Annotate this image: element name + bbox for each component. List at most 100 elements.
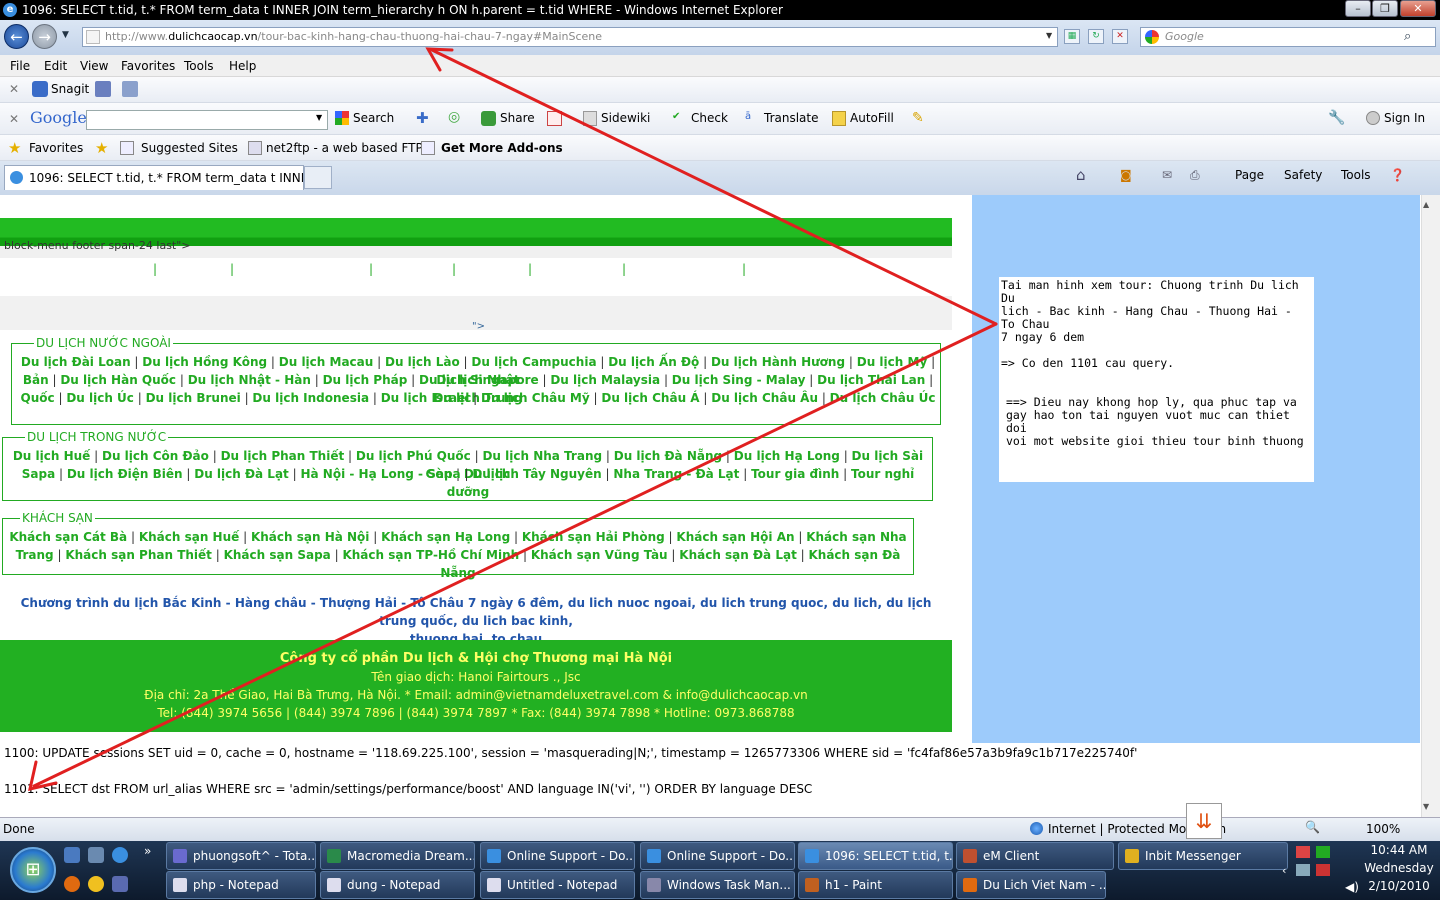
tour-link[interactable]: Du lịch Đài Loan bbox=[21, 355, 131, 369]
taskbar-button[interactable]: Macromedia Dream... bbox=[320, 842, 475, 870]
zoom-level[interactable]: 100% bbox=[1366, 822, 1400, 836]
capture-settings-icon[interactable] bbox=[122, 81, 138, 97]
taskbar-button[interactable]: phuongsoft^ - Tota... bbox=[166, 842, 316, 870]
taskbar-button[interactable]: php - Notepad bbox=[166, 871, 316, 899]
messenger-icon[interactable] bbox=[88, 876, 104, 892]
minimize-button[interactable]: – bbox=[1345, 0, 1371, 17]
tour-link[interactable]: Du lịch Singapore bbox=[419, 373, 539, 387]
address-bar[interactable]: http://www.dulichcaocap.vn/tour-bac-kinh… bbox=[82, 27, 1058, 47]
tour-link[interactable]: Du lịch Brunei bbox=[146, 391, 241, 405]
search-icon[interactable]: ⌕ bbox=[1404, 29, 1411, 44]
tray-expand-icon[interactable]: ‹ bbox=[1282, 864, 1286, 877]
search-box[interactable]: Google bbox=[1140, 27, 1436, 47]
forward-button[interactable]: → bbox=[32, 24, 57, 49]
menu-file[interactable]: File bbox=[10, 59, 30, 73]
tour-link[interactable]: Du lịch Đà Nẵng bbox=[614, 449, 722, 463]
suggested-sites-link[interactable]: Suggested Sites bbox=[141, 141, 238, 155]
stop-icon[interactable]: ✕ bbox=[1112, 29, 1128, 44]
switch-windows-icon[interactable] bbox=[88, 847, 104, 863]
refresh-icon[interactable]: ↻ bbox=[1088, 29, 1104, 44]
tour-link[interactable]: Khách sạn Hội An bbox=[676, 530, 794, 544]
tour-link[interactable]: Du lịch Châu Mỹ bbox=[481, 391, 590, 405]
taskbar-button[interactable]: Online Support - Do... bbox=[480, 842, 635, 870]
new-tab-button[interactable] bbox=[304, 166, 332, 189]
autofill-button[interactable]: AutoFill bbox=[850, 111, 894, 125]
tour-link[interactable]: Du lịch Châu Úc bbox=[830, 391, 936, 405]
favorites-button[interactable]: Favorites bbox=[29, 141, 83, 155]
tour-link[interactable]: Du lịch Sing - Malay bbox=[672, 373, 806, 387]
tools-menu[interactable]: Tools bbox=[1341, 168, 1371, 182]
menu-edit[interactable]: Edit bbox=[44, 59, 67, 73]
tour-link[interactable]: Du lịch Châu Âu bbox=[711, 391, 818, 405]
tour-link[interactable]: Khách sạn Hải Phòng bbox=[522, 530, 665, 544]
snagit-button[interactable]: Snagit bbox=[51, 82, 89, 96]
tour-link[interactable]: Du lịch Phú Quốc bbox=[356, 449, 471, 463]
print-icon[interactable]: ⎙ bbox=[1190, 168, 1200, 183]
google-search-dropdown-icon[interactable]: ▼ bbox=[316, 113, 322, 122]
tour-link[interactable]: Quốc bbox=[21, 391, 55, 405]
block-popup-icon[interactable] bbox=[547, 111, 562, 126]
vertical-scrollbar[interactable] bbox=[1421, 195, 1440, 817]
show-desktop-icon[interactable] bbox=[64, 847, 80, 863]
sidewiki-button[interactable]: Sidewiki bbox=[601, 111, 650, 125]
tray-icon[interactable] bbox=[1296, 846, 1310, 858]
network-icon[interactable] bbox=[1296, 864, 1310, 876]
ie-quicklaunch-icon[interactable] bbox=[112, 847, 128, 863]
compatibility-view-icon[interactable]: ▦ bbox=[1064, 29, 1080, 44]
maximize-button[interactable]: ❐ bbox=[1372, 0, 1398, 17]
google-search-button[interactable]: Search bbox=[353, 111, 394, 125]
tab-current[interactable]: 1096: SELECT t.tid, t.* FROM term_data t… bbox=[4, 165, 304, 190]
check-button[interactable]: Check bbox=[691, 111, 728, 125]
scroll-down-icon[interactable]: ▼ bbox=[1423, 802, 1429, 811]
tour-link[interactable]: Du lịch Châu Á bbox=[601, 391, 699, 405]
tour-link[interactable]: Du lịch Tây Nguyên bbox=[472, 467, 601, 481]
sign-in-button[interactable]: Sign In bbox=[1384, 111, 1425, 125]
close-google-toolbar-icon[interactable]: ✕ bbox=[9, 112, 19, 126]
feeds-icon[interactable]: ◙ bbox=[1120, 168, 1132, 182]
tour-link[interactable]: Khách sạn Hà Nội bbox=[251, 530, 369, 544]
safety-menu[interactable]: Safety bbox=[1284, 168, 1322, 182]
start-button[interactable]: ⊞ bbox=[10, 847, 56, 893]
history-dropdown-icon[interactable]: ▼ bbox=[62, 30, 69, 40]
tour-link[interactable]: Du lịch Thái Lan bbox=[817, 373, 925, 387]
tour-link[interactable]: Du lịch Lào bbox=[385, 355, 460, 369]
download-accelerator-icon[interactable]: ⇊ bbox=[1186, 803, 1222, 839]
tour-link[interactable]: Du lịch Mỹ bbox=[857, 355, 928, 369]
quicklaunch-expand-icon[interactable]: » bbox=[144, 844, 151, 858]
capture-icon[interactable] bbox=[95, 81, 111, 97]
taskbar-button[interactable]: Online Support - Do... bbox=[640, 842, 795, 870]
app-quicklaunch-icon[interactable] bbox=[112, 876, 128, 892]
mail-icon[interactable]: ✉ bbox=[1162, 168, 1172, 182]
tour-link[interactable]: Du lịch Nhật - Hàn bbox=[188, 373, 311, 387]
net2ftp-link[interactable]: net2ftp - a web based FTP... bbox=[266, 141, 432, 155]
tray-icon[interactable] bbox=[1316, 846, 1330, 858]
tour-link[interactable]: Du lịch Côn Đảo bbox=[102, 449, 209, 463]
close-toolbar-icon[interactable]: ✕ bbox=[9, 82, 19, 96]
taskbar-button[interactable]: h1 - Paint bbox=[798, 871, 953, 899]
close-window-button[interactable]: ✕ bbox=[1400, 0, 1436, 17]
tour-link[interactable]: Du lịch Điện Biên bbox=[67, 467, 183, 481]
tour-link[interactable]: Nha Trang - Đà Lạt bbox=[613, 467, 739, 481]
tour-link[interactable]: Khách sạn Phan Thiết bbox=[65, 548, 212, 562]
back-button[interactable]: ← bbox=[4, 24, 29, 49]
tour-link[interactable]: Du lịch Huế bbox=[13, 449, 90, 463]
firefox-icon[interactable] bbox=[64, 876, 80, 892]
menu-favorites[interactable]: Favorites bbox=[121, 59, 175, 73]
get-more-addons-link[interactable]: Get More Add-ons bbox=[441, 141, 563, 155]
tour-link[interactable]: Du lịch Israel bbox=[381, 391, 470, 405]
help-icon[interactable]: ❓ bbox=[1390, 168, 1405, 182]
tour-link[interactable]: Du lịch Malaysia bbox=[550, 373, 660, 387]
google-search-input[interactable] bbox=[86, 110, 328, 130]
alert-icon[interactable] bbox=[1316, 864, 1330, 876]
add-button-icon[interactable]: ✚ bbox=[416, 109, 429, 127]
menu-view[interactable]: View bbox=[80, 59, 108, 73]
page-menu[interactable]: Page bbox=[1235, 168, 1264, 182]
tour-link[interactable]: Du lịch Macau bbox=[279, 355, 374, 369]
google-bookmark-icon[interactable]: ◎ bbox=[448, 109, 460, 125]
tour-link[interactable]: Khách sạn Nha bbox=[806, 530, 906, 544]
address-dropdown-icon[interactable]: ▼ bbox=[1046, 31, 1052, 40]
tour-link[interactable]: Bản bbox=[23, 373, 49, 387]
tour-link[interactable]: Du lịch Úc bbox=[66, 391, 134, 405]
tour-link[interactable]: Trang bbox=[16, 548, 54, 562]
tour-link[interactable]: Du lịch Campuchia bbox=[471, 355, 596, 369]
